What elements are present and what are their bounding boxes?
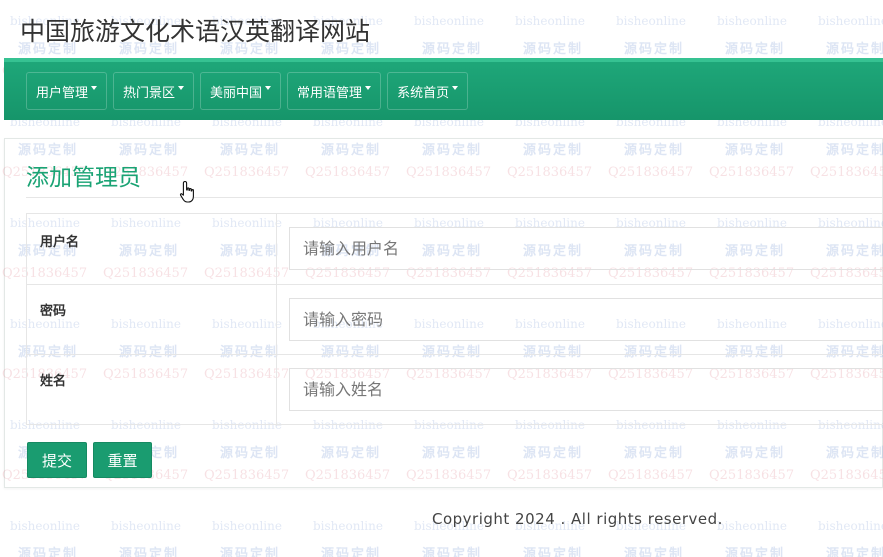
watermark-text: 源码定制 [523,547,584,557]
watermark-text: 源码定制 [18,547,79,557]
username-input[interactable] [289,227,883,270]
nav-item-label: 热门景区 [123,85,176,101]
watermark-text: bisheonline [414,14,484,28]
watermark-text: 源码定制 [826,42,883,57]
caret-down-icon [452,86,459,90]
reset-button[interactable]: 重置 [93,442,152,478]
caret-down-icon [365,86,372,90]
page-title: 添加管理员 [26,165,141,191]
watermark-text: bisheonline [313,519,383,533]
nav-item-label: 用户管理 [36,85,89,101]
name-input[interactable] [289,368,883,411]
watermark-text: bisheonline [717,14,787,28]
label-cell: 姓名 [27,354,277,426]
watermark-text: 源码定制 [826,547,883,557]
nav-item-system-home[interactable]: 系统首页 [387,72,469,110]
title-divider [26,197,883,198]
add-admin-form: 用户名 密码 姓名 [26,213,883,426]
nav-item-label: 系统首页 [397,85,450,101]
caret-down-icon [91,86,98,90]
nav-item-beautiful-china[interactable]: 美丽中国 [200,72,282,110]
watermark-text: 源码定制 [523,42,584,57]
nav-item-hot-scenic[interactable]: 热门景区 [113,72,195,110]
watermark-text: bisheonline [212,519,282,533]
hand-pointer-icon [179,180,194,203]
watermark-text: bisheonline [717,519,787,533]
caret-down-icon [178,86,185,90]
watermark-text: 源码定制 [725,547,786,557]
form-row-name: 姓名 [27,354,883,426]
top-navbar: 用户管理 热门景区 美丽中国 常用语管理 系统首页 [4,58,883,120]
navbar-stripe [4,58,883,62]
watermark-text: 源码定制 [220,547,281,557]
form-row-username: 用户名 [27,214,883,284]
form-row-password: 密码 [27,284,883,354]
watermark-row: 源码定制 源码定制 源码定制 源码定制 源码定制 源码定制 源码定制 源码定制 源码定制 [18,543,883,557]
nav-item-label: 常用语管理 [297,85,363,101]
nav-item-user-management[interactable]: 用户管理 [26,72,108,110]
footer-copyright: Copyright 2024 . All rights reserved. [432,510,723,528]
nav-item-phrase-management[interactable]: 常用语管理 [287,72,382,110]
watermark-text: 源码定制 [422,547,483,557]
nav-item-label: 美丽中国 [210,85,263,101]
label-cell: 用户名 [27,214,277,284]
watermark-text: 源码定制 [725,42,786,57]
name-label: 姓名 [40,374,67,389]
watermark-text: bisheonline [111,519,181,533]
watermark-text: bisheonline [10,519,80,533]
password-input[interactable] [289,298,883,341]
username-label: 用户名 [40,235,80,250]
watermark-text: bisheonline [515,14,585,28]
watermark-text: bisheonline [818,14,883,28]
watermark-text: bisheonline [818,519,883,533]
site-title: 中国旅游文化术语汉英翻译网站 [20,17,371,46]
watermark-text: bisheonline [616,14,686,28]
label-cell: 密码 [27,284,277,354]
watermark-text: 源码定制 [119,547,180,557]
watermark-text: 源码定制 [624,42,685,57]
submit-button[interactable]: 提交 [27,442,87,478]
watermark-text: 源码定制 [422,42,483,57]
nav-menu: 用户管理 热门景区 美丽中国 常用语管理 系统首页 [26,72,469,110]
watermark-text: 源码定制 [624,547,685,557]
password-label: 密码 [40,304,67,319]
caret-down-icon [265,86,272,90]
watermark-text: 源码定制 [321,547,382,557]
